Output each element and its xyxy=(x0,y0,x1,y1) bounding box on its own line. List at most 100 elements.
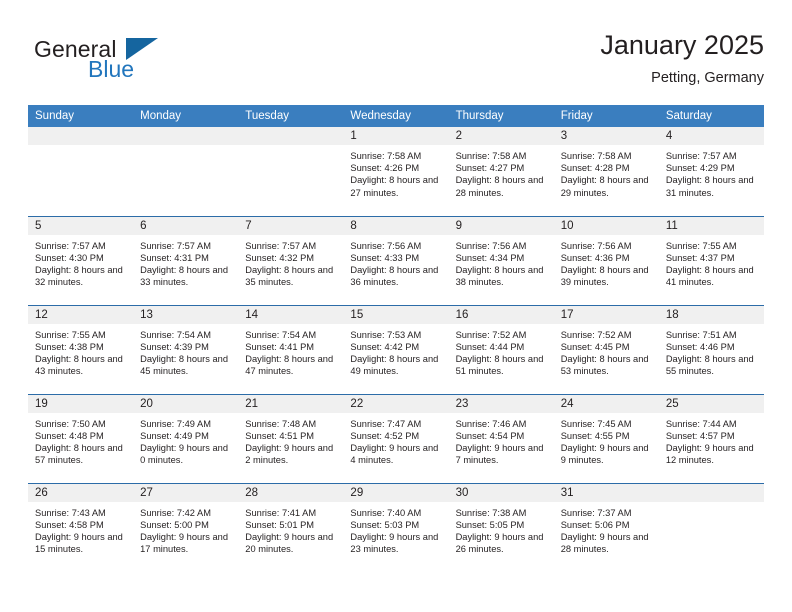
daylight-text: Daylight: 8 hours and 35 minutes. xyxy=(245,264,334,288)
day-details: Sunrise: 7:47 AM Sunset: 4:52 PM Daylight:… xyxy=(343,413,448,467)
day-details: Sunrise: 7:55 AM Sunset: 4:37 PM Daylight:… xyxy=(659,235,764,289)
sunrise-text: Sunrise: 7:56 AM xyxy=(455,240,527,251)
calendar-week-row: 19 Sunrise: 7:50 AM Sunset: 4:48 PM Dayligh… xyxy=(28,393,764,483)
calendar-day-cell[interactable]: 5 Sunrise: 7:57 AM Sunset: 4:30 PM Daylight… xyxy=(28,215,134,305)
weekday-header-monday: Monday xyxy=(133,105,239,127)
daylight-text: Daylight: 9 hours and 4 minutes. xyxy=(350,442,439,466)
day-details: Sunrise: 7:37 AM Sunset: 5:06 PM Daylight:… xyxy=(554,502,659,556)
sunrise-text: Sunrise: 7:44 AM xyxy=(665,418,737,429)
sunrise-text: Sunrise: 7:45 AM xyxy=(560,418,632,429)
sunrise-text: Sunrise: 7:54 AM xyxy=(140,329,211,340)
calendar-day-cell[interactable]: 12 Sunrise: 7:55 AM Sunset: 4:38 PM Dayligh… xyxy=(28,304,134,394)
calendar-day-cell[interactable]: 26 Sunrise: 7:43 AM Sunset: 4:58 PM Dayligh… xyxy=(28,482,134,572)
brand-logo[interactable]: General Blue xyxy=(28,36,258,92)
calendar-day-cell[interactable]: 9 Sunrise: 7:56 AM Sunset: 4:34 PM Daylight… xyxy=(448,215,554,305)
calendar-day-cell[interactable]: 17 Sunrise: 7:52 AM Sunset: 4:45 PM Dayligh… xyxy=(553,304,659,394)
sunrise-text: Sunrise: 7:42 AM xyxy=(140,507,211,518)
calendar-day-cell[interactable]: 29 Sunrise: 7:40 AM Sunset: 5:03 PM Dayligh… xyxy=(343,482,449,572)
calendar-day-cell[interactable]: 23 Sunrise: 7:46 AM Sunset: 4:54 PM Dayligh… xyxy=(448,393,554,483)
day-details: Sunrise: 7:51 AM Sunset: 4:46 PM Daylight:… xyxy=(659,324,764,378)
calendar-day-cell[interactable]: 11 Sunrise: 7:55 AM Sunset: 4:37 PM Dayligh… xyxy=(658,215,764,305)
calendar-day-cell[interactable]: 3 Sunrise: 7:58 AM Sunset: 4:28 PM Daylight… xyxy=(553,127,659,216)
day-details: Sunrise: 7:43 AM Sunset: 4:58 PM Daylight:… xyxy=(28,502,133,556)
calendar-day-cell[interactable]: 7 Sunrise: 7:57 AM Sunset: 4:32 PM Daylight… xyxy=(238,215,344,305)
day-details: Sunrise: 7:40 AM Sunset: 5:03 PM Daylight:… xyxy=(343,502,448,556)
day-number xyxy=(658,483,764,502)
day-details: Sunrise: 7:49 AM Sunset: 4:49 PM Daylight:… xyxy=(133,413,238,467)
daylight-text: Daylight: 8 hours and 49 minutes. xyxy=(350,353,439,377)
day-details: Sunrise: 7:58 AM Sunset: 4:27 PM Daylight:… xyxy=(449,145,554,199)
day-details: Sunrise: 7:38 AM Sunset: 5:05 PM Daylight:… xyxy=(449,502,554,556)
calendar-day-cell[interactable]: 28 Sunrise: 7:41 AM Sunset: 5:01 PM Dayligh… xyxy=(238,482,344,572)
day-details: Sunrise: 7:57 AM Sunset: 4:31 PM Daylight:… xyxy=(133,235,238,289)
day-number: 15 xyxy=(343,305,449,324)
daylight-text: Daylight: 9 hours and 28 minutes. xyxy=(560,531,649,555)
calendar-grid: Sunday Monday Tuesday Wednesday Thursday… xyxy=(28,105,764,572)
calendar-day-cell[interactable]: 30 Sunrise: 7:38 AM Sunset: 5:05 PM Dayligh… xyxy=(448,482,554,572)
location-subtitle: Petting, Germany xyxy=(651,70,764,86)
day-number: 1 xyxy=(343,127,449,145)
daylight-text: Daylight: 8 hours and 55 minutes. xyxy=(665,353,754,377)
day-details: Sunrise: 7:52 AM Sunset: 4:45 PM Daylight:… xyxy=(554,324,659,378)
day-details: Sunrise: 7:57 AM Sunset: 4:29 PM Daylight:… xyxy=(659,145,764,199)
weekday-header-saturday: Saturday xyxy=(658,105,764,127)
calendar-day-cell[interactable]: 25 Sunrise: 7:44 AM Sunset: 4:57 PM Dayligh… xyxy=(658,393,764,483)
sunset-text: Sunset: 4:30 PM xyxy=(35,252,104,263)
weekday-header-friday: Friday xyxy=(553,105,659,127)
daylight-text: Daylight: 8 hours and 32 minutes. xyxy=(35,264,123,288)
calendar-day-cell[interactable]: 31 Sunrise: 7:37 AM Sunset: 5:06 PM Dayligh… xyxy=(553,482,659,572)
daylight-text: Daylight: 8 hours and 57 minutes. xyxy=(35,442,123,466)
sunset-text: Sunset: 4:57 PM xyxy=(665,430,735,441)
sunrise-text: Sunrise: 7:57 AM xyxy=(665,151,737,161)
sunrise-text: Sunrise: 7:50 AM xyxy=(35,418,106,429)
calendar-day-cell[interactable]: 19 Sunrise: 7:50 AM Sunset: 4:48 PM Dayligh… xyxy=(28,393,134,483)
day-details: Sunrise: 7:56 AM Sunset: 4:36 PM Daylight:… xyxy=(554,235,659,289)
day-number xyxy=(238,127,344,145)
calendar-day-cell-empty xyxy=(28,127,134,216)
sunrise-text: Sunrise: 7:40 AM xyxy=(350,507,422,518)
calendar-day-cell-empty xyxy=(238,127,344,216)
day-number xyxy=(28,127,134,145)
calendar-day-cell[interactable]: 18 Sunrise: 7:51 AM Sunset: 4:46 PM Dayligh… xyxy=(658,304,764,394)
calendar-day-cell[interactable]: 27 Sunrise: 7:42 AM Sunset: 5:00 PM Dayligh… xyxy=(133,482,239,572)
calendar-day-cell[interactable]: 22 Sunrise: 7:47 AM Sunset: 4:52 PM Dayligh… xyxy=(343,393,449,483)
calendar-day-cell[interactable]: 4 Sunrise: 7:57 AM Sunset: 4:29 PM Daylight… xyxy=(658,127,764,216)
calendar-day-cell[interactable]: 13 Sunrise: 7:54 AM Sunset: 4:39 PM Dayligh… xyxy=(133,304,239,394)
day-number: 25 xyxy=(658,394,764,413)
calendar-day-cell[interactable]: 10 Sunrise: 7:56 AM Sunset: 4:36 PM Dayligh… xyxy=(553,215,659,305)
sunset-text: Sunset: 5:01 PM xyxy=(245,519,315,530)
daylight-text: Daylight: 9 hours and 7 minutes. xyxy=(455,442,544,466)
calendar-day-cell[interactable]: 20 Sunrise: 7:49 AM Sunset: 4:49 PM Dayligh… xyxy=(133,393,239,483)
calendar-day-cell[interactable]: 14 Sunrise: 7:54 AM Sunset: 4:41 PM Dayligh… xyxy=(238,304,344,394)
daylight-text: Daylight: 9 hours and 0 minutes. xyxy=(140,442,228,466)
calendar-day-cell[interactable]: 2 Sunrise: 7:58 AM Sunset: 4:27 PM Daylight… xyxy=(448,127,554,216)
calendar-day-cell[interactable]: 15 Sunrise: 7:53 AM Sunset: 4:42 PM Dayligh… xyxy=(343,304,449,394)
sunrise-text: Sunrise: 7:37 AM xyxy=(560,507,632,518)
weekday-header-sunday: Sunday xyxy=(28,105,134,127)
calendar-day-cell[interactable]: 24 Sunrise: 7:45 AM Sunset: 4:55 PM Dayligh… xyxy=(553,393,659,483)
sunset-text: Sunset: 4:48 PM xyxy=(35,430,104,441)
daylight-text: Daylight: 9 hours and 2 minutes. xyxy=(245,442,334,466)
day-details: Sunrise: 7:41 AM Sunset: 5:01 PM Daylight:… xyxy=(238,502,343,556)
day-number: 9 xyxy=(448,216,554,235)
calendar-day-cell[interactable]: 16 Sunrise: 7:52 AM Sunset: 4:44 PM Dayligh… xyxy=(448,304,554,394)
calendar-day-cell[interactable]: 6 Sunrise: 7:57 AM Sunset: 4:31 PM Daylight… xyxy=(133,215,239,305)
daylight-text: Daylight: 9 hours and 17 minutes. xyxy=(140,531,228,555)
day-number: 23 xyxy=(448,394,554,413)
calendar-day-cell[interactable]: 21 Sunrise: 7:48 AM Sunset: 4:51 PM Dayligh… xyxy=(238,393,344,483)
day-number: 17 xyxy=(553,305,659,324)
daylight-text: Daylight: 9 hours and 15 minutes. xyxy=(35,531,123,555)
sunrise-text: Sunrise: 7:54 AM xyxy=(245,329,317,340)
sunrise-text: Sunrise: 7:55 AM xyxy=(665,240,737,251)
sunset-text: Sunset: 4:38 PM xyxy=(35,341,104,352)
daylight-text: Daylight: 9 hours and 26 minutes. xyxy=(455,531,544,555)
daylight-text: Daylight: 8 hours and 43 minutes. xyxy=(35,353,123,377)
sunset-text: Sunset: 4:32 PM xyxy=(245,252,315,263)
day-number: 20 xyxy=(133,394,239,413)
sunset-text: Sunset: 4:33 PM xyxy=(350,252,420,263)
calendar-day-cell[interactable]: 1 Sunrise: 7:58 AM Sunset: 4:26 PM Daylight… xyxy=(343,127,449,216)
sunset-text: Sunset: 4:39 PM xyxy=(140,341,209,352)
daylight-text: Daylight: 8 hours and 47 minutes. xyxy=(245,353,334,377)
day-details: Sunrise: 7:44 AM Sunset: 4:57 PM Daylight:… xyxy=(659,413,764,467)
calendar-day-cell[interactable]: 8 Sunrise: 7:56 AM Sunset: 4:33 PM Daylight… xyxy=(343,215,449,305)
